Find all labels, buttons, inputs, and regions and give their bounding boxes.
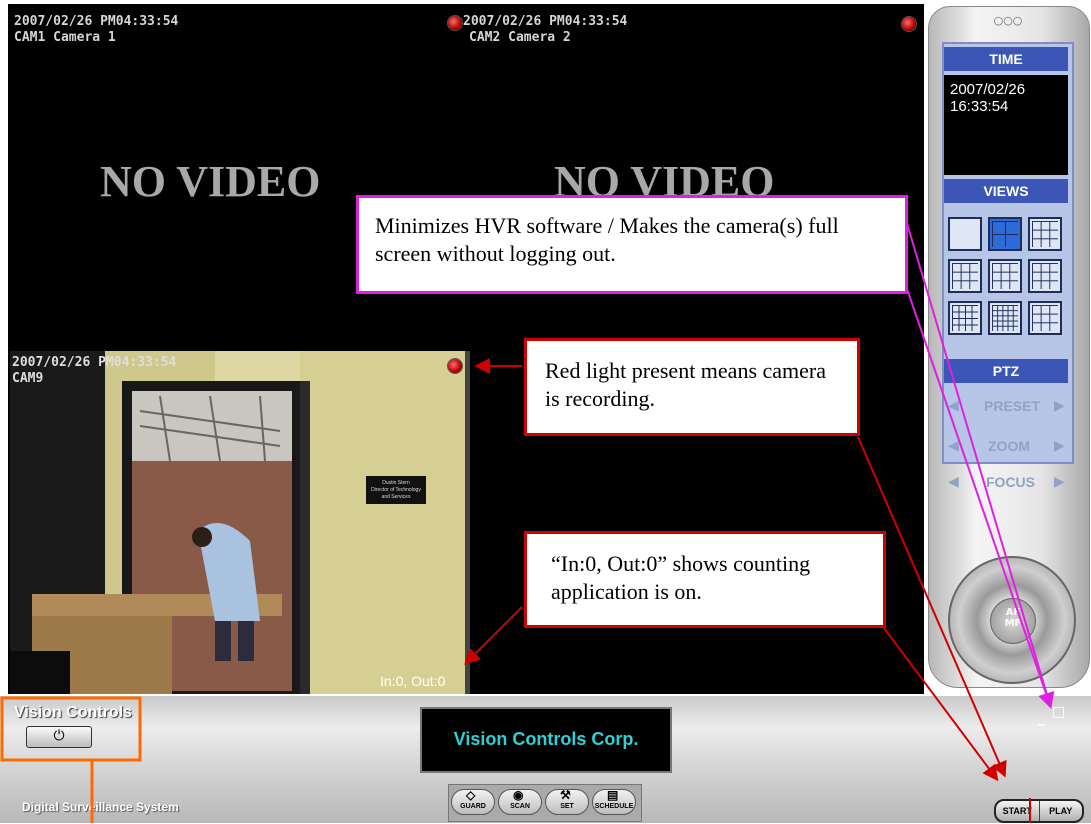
counting-arrow — [464, 606, 523, 665]
recording-callout: Red light present means camera is record… — [524, 338, 860, 436]
counting-to-start-arrow — [883, 627, 999, 782]
counting-callout-text: “In:0, Out:0” shows counting application… — [551, 551, 811, 604]
recording-callout-text: Red light present means camera is record… — [545, 358, 827, 411]
minimize-callout-text: Minimizes HVR software / Makes the camer… — [375, 213, 839, 266]
minimize-arrow-1 — [905, 285, 1054, 709]
minimize-arrow-2 — [905, 219, 1055, 709]
brand-highlight-box — [0, 696, 142, 762]
counting-callout: “In:0, Out:0” shows counting application… — [524, 531, 886, 628]
minimize-callout: Minimizes HVR software / Makes the camer… — [356, 195, 908, 294]
